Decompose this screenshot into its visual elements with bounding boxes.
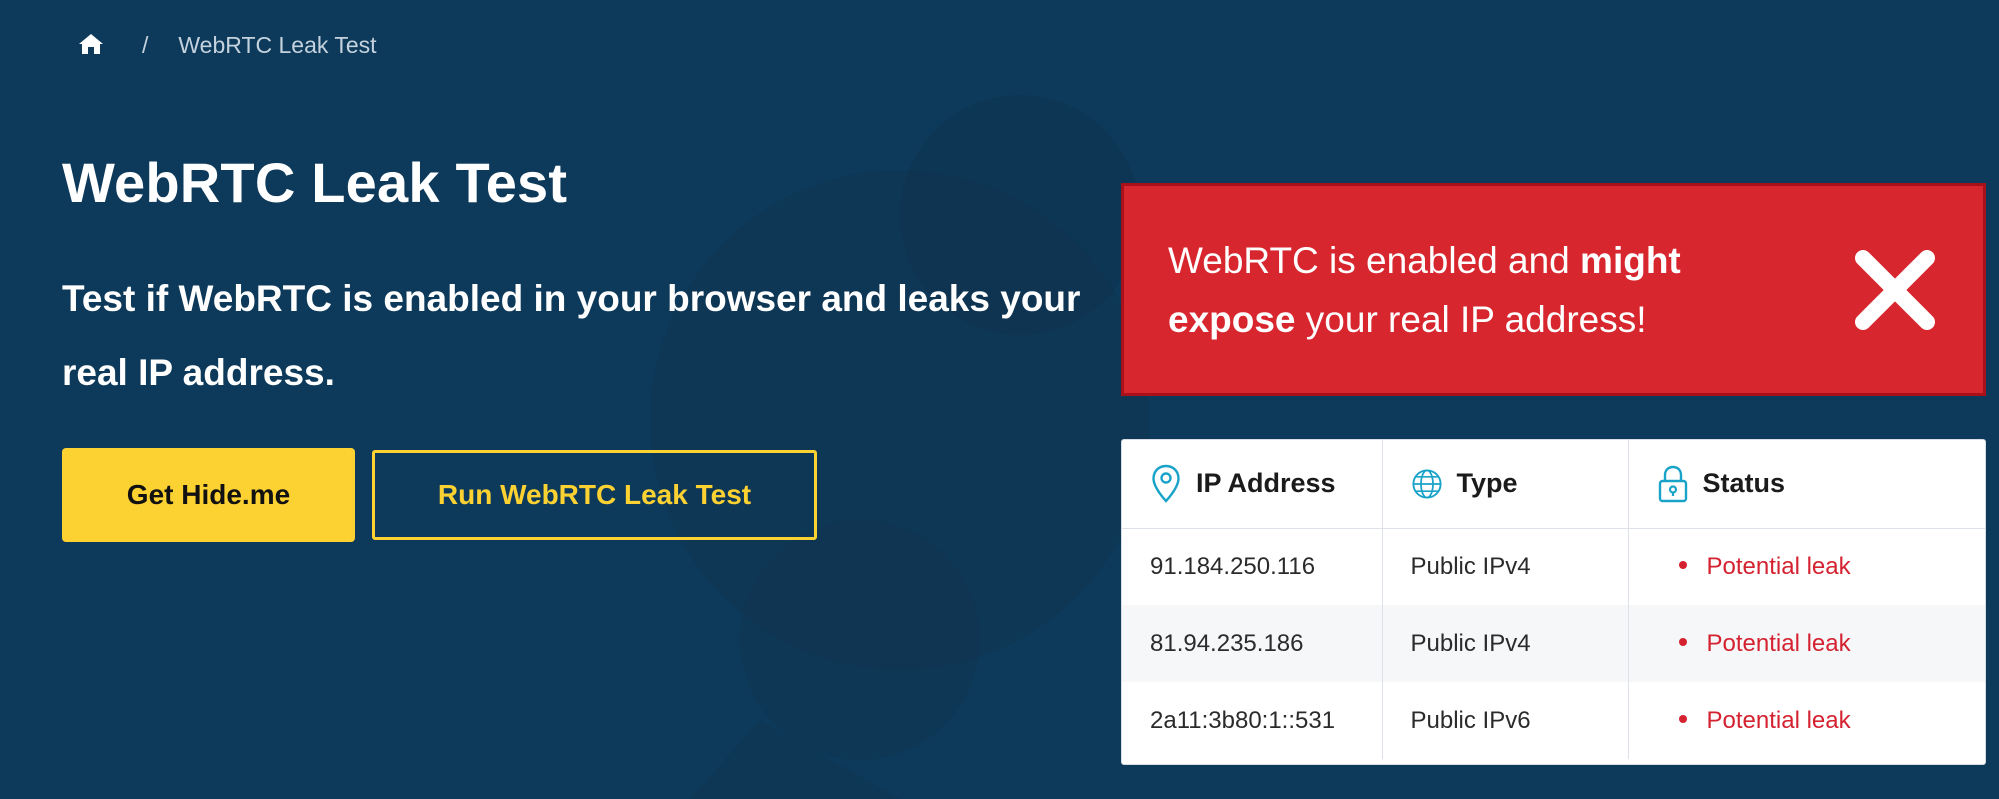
globe-icon [1411,464,1443,504]
type-cell: Public IPv4 [1382,528,1629,605]
close-x-icon [1855,249,1935,330]
breadcrumb: / WebRTC Leak Test [78,30,377,60]
table-row: 81.94.235.186 Public IPv4 Potential leak [1122,605,1985,682]
page-subtitle: Test if WebRTC is enabled in your browse… [62,278,1081,393]
ip-cell: 81.94.235.186 [1122,605,1383,682]
ip-results-table: IP Address Type Status 91.184.250.116 Pu… [1121,439,1986,765]
lock-icon [1657,464,1689,504]
type-cell: Public IPv6 [1382,682,1629,759]
run-leak-test-button[interactable]: Run WebRTC Leak Test [372,450,817,540]
status-cell: Potential leak [1628,682,1985,759]
status-dot-icon [1678,561,1687,570]
type-cell: Public IPv4 [1382,605,1629,682]
status-dot-icon [1678,638,1687,647]
ip-cell: 2a11:3b80:1::531 [1122,682,1383,759]
table-row: 2a11:3b80:1::531 Public IPv6 Potential l… [1122,682,1985,759]
column-status: Status [1628,440,1985,529]
leak-alert-banner: WebRTC is enabled and might expose your … [1121,183,1986,396]
get-hideme-button[interactable]: Get Hide.me [62,448,355,542]
breadcrumb-separator: / [142,31,149,58]
page-title: WebRTC Leak Test [62,151,568,214]
status-cell: Potential leak [1628,528,1985,605]
alert-message: WebRTC is enabled and might expose your … [1168,239,1681,340]
column-ip-address: IP Address [1122,440,1383,529]
table-row: 91.184.250.116 Public IPv4 Potential lea… [1122,528,1985,605]
home-icon[interactable] [78,33,104,57]
location-pin-icon [1150,464,1182,504]
breadcrumb-current: WebRTC Leak Test [178,31,377,58]
status-dot-icon [1678,715,1687,724]
status-cell: Potential leak [1628,605,1985,682]
column-type: Type [1382,440,1629,529]
ip-cell: 91.184.250.116 [1122,528,1383,605]
